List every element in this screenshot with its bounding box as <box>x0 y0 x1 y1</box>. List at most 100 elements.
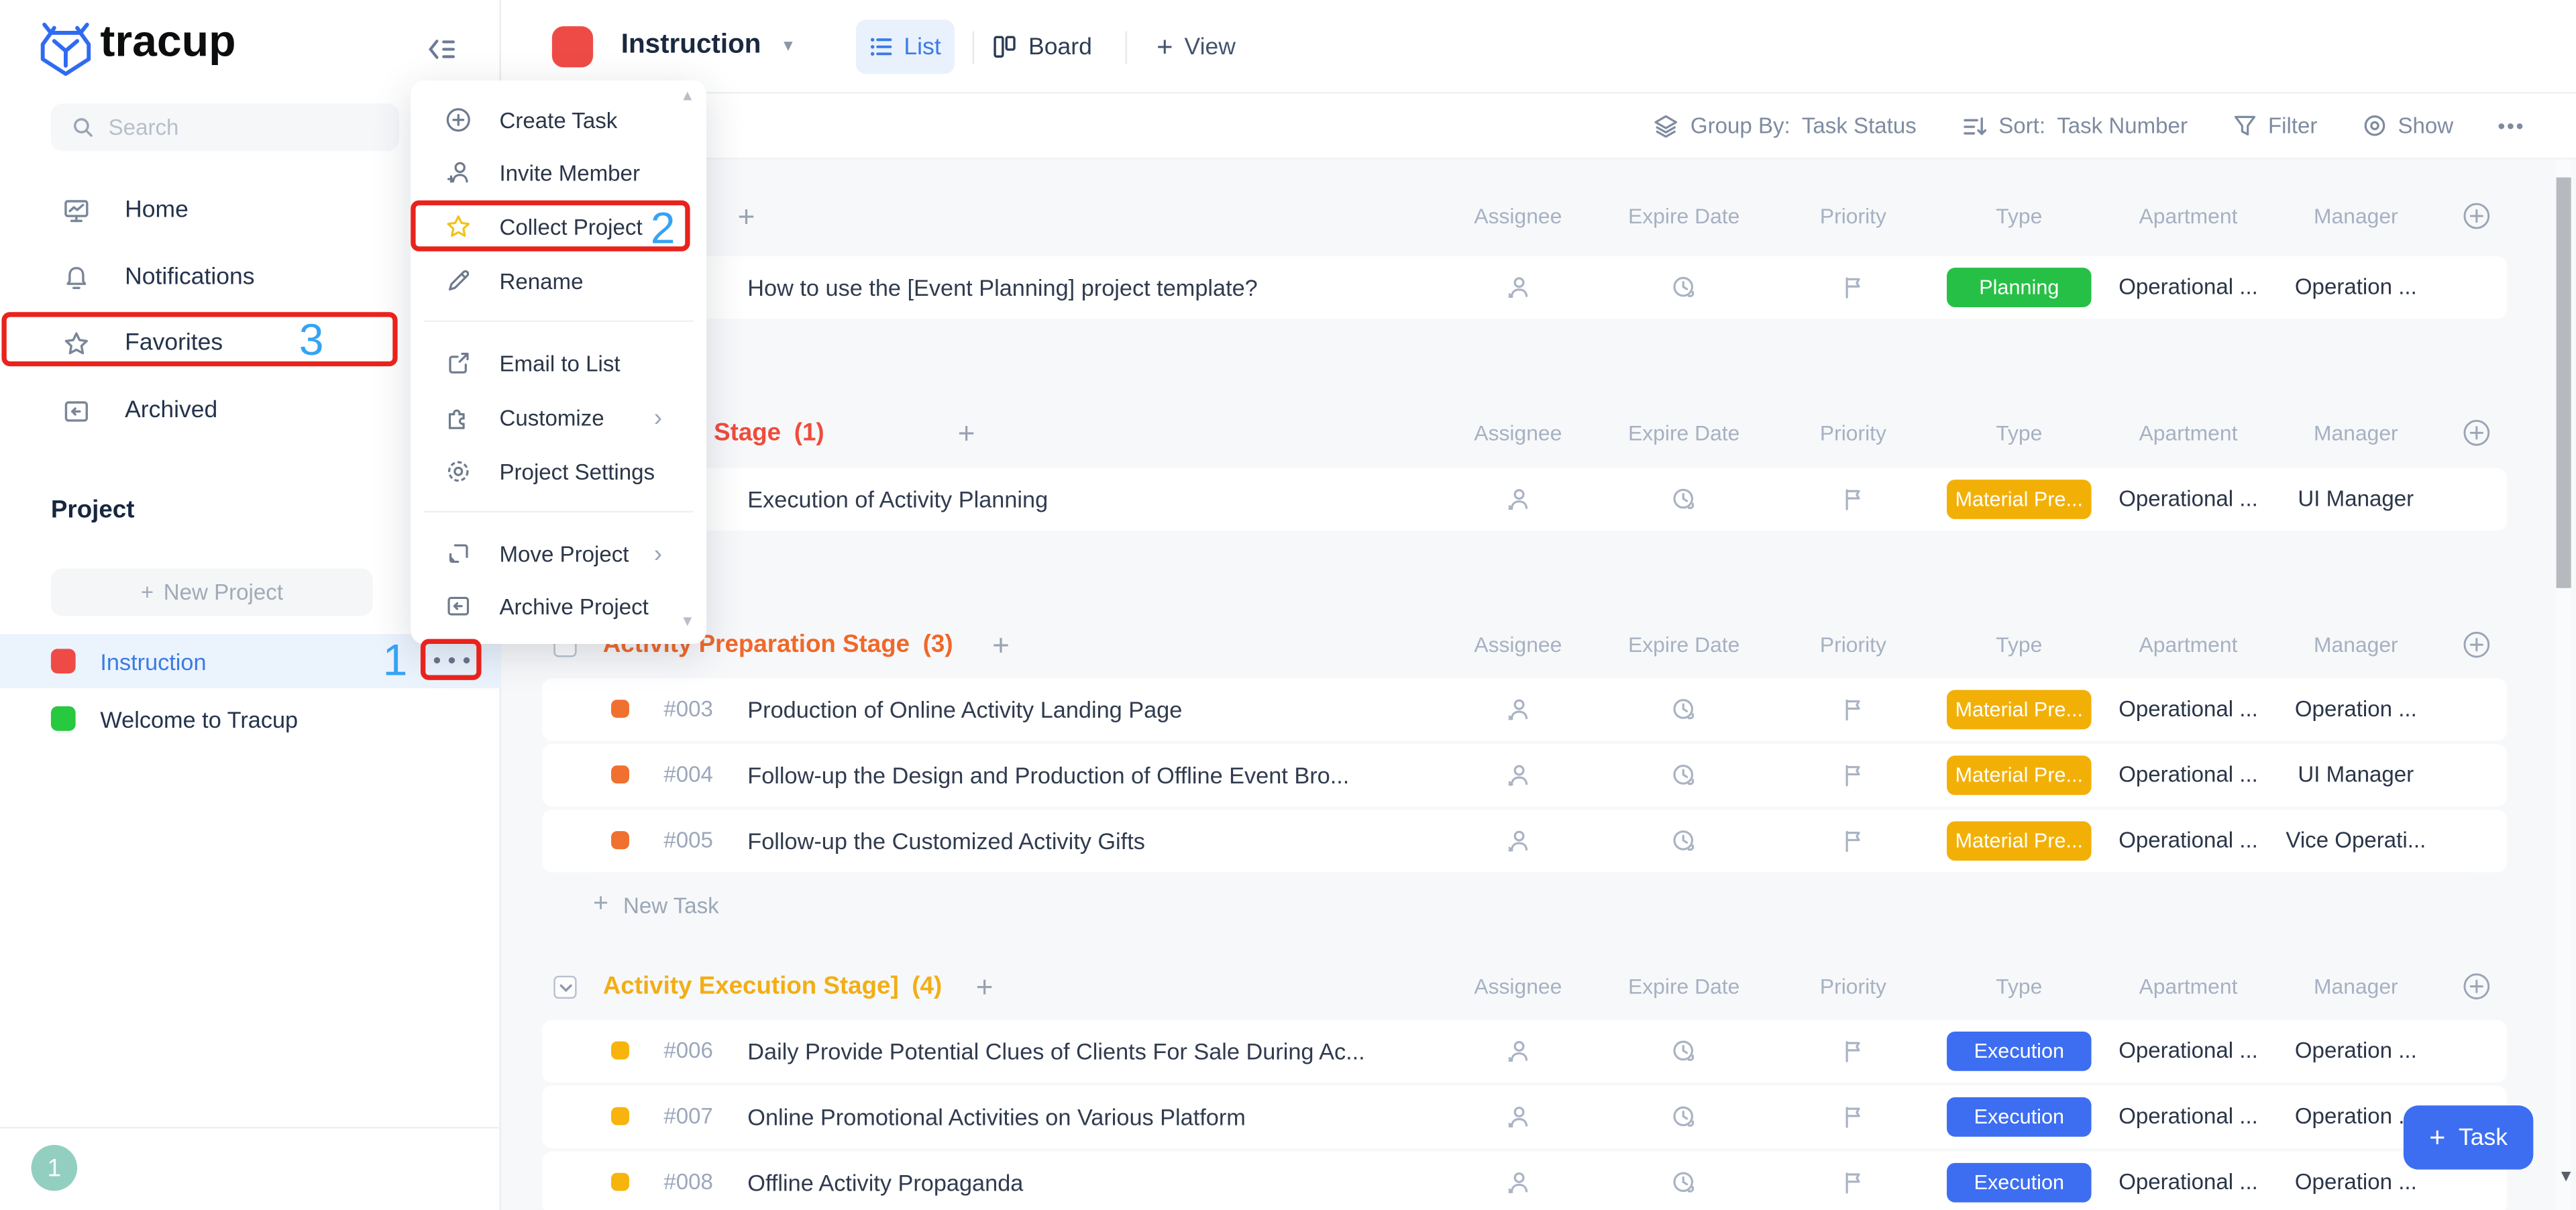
add-column-icon[interactable] <box>2463 202 2491 230</box>
task-row[interactable]: #004 Follow-up the Design and Production… <box>542 744 2507 806</box>
group-by-control[interactable]: Group By: Task Status <box>1653 113 1917 139</box>
task-row[interactable]: #006 Daily Provide Potential Clues of Cl… <box>542 1020 2507 1083</box>
new-project-button[interactable]: + New Project <box>51 568 373 616</box>
task-row[interactable]: Execution of Activity Planning Material … <box>542 468 2507 531</box>
gear-icon <box>445 458 472 484</box>
filter-control[interactable]: Filter <box>2232 113 2317 138</box>
menu-item-invite-member[interactable]: Invite Member <box>411 148 706 197</box>
manager-value: Operation ... <box>2249 1020 2463 1083</box>
add-task-button[interactable]: + Task <box>2404 1105 2533 1170</box>
assignee-add-icon[interactable] <box>1505 274 1531 300</box>
priority-add-icon[interactable] <box>1840 486 1866 512</box>
project-color-swatch <box>51 649 76 673</box>
task-row[interactable]: How to use the [Event Planning] project … <box>542 256 2507 319</box>
task-row[interactable]: #003 Production of Online Activity Landi… <box>542 678 2507 740</box>
assignee-add-icon[interactable] <box>1505 1104 1531 1130</box>
expire-date-add-icon[interactable] <box>1671 1170 1697 1196</box>
task-id: #003 <box>663 678 713 740</box>
assignee-add-icon[interactable] <box>1505 1038 1531 1064</box>
add-view-label: View <box>1185 34 1236 60</box>
group-add-task-icon[interactable]: + <box>992 614 1010 677</box>
menu-item-label: Invite Member <box>499 160 639 185</box>
show-control[interactable]: Show <box>2362 113 2454 138</box>
add-view-button[interactable]: + View <box>1157 19 1236 74</box>
sort-control[interactable]: Sort: Task Number <box>1961 113 2188 139</box>
type-badge[interactable]: Execution <box>1947 1097 2092 1137</box>
task-title: Production of Online Activity Landing Pa… <box>747 678 1182 740</box>
expire-date-add-icon[interactable] <box>1671 1038 1697 1064</box>
column-header-type: Type <box>1929 186 2109 248</box>
column-header-priority: Priority <box>1763 956 1943 1018</box>
menu-divider <box>424 511 694 512</box>
priority-add-icon[interactable] <box>1840 762 1866 788</box>
expire-date-add-icon[interactable] <box>1671 696 1697 722</box>
sidebar-project-welcome[interactable]: Welcome to Tracup <box>0 692 501 746</box>
tab-list[interactable]: List <box>856 19 955 74</box>
menu-item-rename[interactable]: Rename <box>411 256 706 305</box>
menu-item-move-project[interactable]: Move Project › <box>411 529 706 578</box>
type-badge[interactable]: Material Pre... <box>1947 821 2092 861</box>
menu-item-project-settings[interactable]: Project Settings <box>411 447 706 496</box>
sidebar-item-label: Favorites <box>125 330 223 356</box>
caret-down-icon[interactable]: ▾ <box>784 34 793 56</box>
task-id: #005 <box>663 810 713 872</box>
priority-add-icon[interactable] <box>1840 1170 1866 1196</box>
type-badge[interactable]: Material Pre... <box>1947 690 2092 730</box>
collapse-sidebar-icon[interactable] <box>424 32 460 68</box>
help-badge[interactable]: 1 <box>32 1145 78 1191</box>
priority-add-icon[interactable] <box>1840 1038 1866 1064</box>
assignee-add-icon[interactable] <box>1505 828 1531 854</box>
add-column-icon[interactable] <box>2463 630 2491 659</box>
search-input[interactable]: Search <box>51 103 399 151</box>
menu-item-archive-project[interactable]: Archive Project <box>411 582 706 630</box>
type-badge[interactable]: Planning <box>1947 268 2092 307</box>
add-column-icon[interactable] <box>2463 419 2491 447</box>
sidebar-item-label: Home <box>125 197 189 223</box>
group-add-task-icon[interactable]: + <box>958 402 975 465</box>
priority-add-icon[interactable] <box>1840 828 1866 854</box>
tab-board[interactable]: Board <box>992 19 1092 74</box>
group-add-task-icon[interactable]: + <box>738 186 755 248</box>
assignee-add-icon[interactable] <box>1505 486 1531 512</box>
project-title[interactable]: Instruction <box>621 30 761 61</box>
expire-date-add-icon[interactable] <box>1671 1104 1697 1130</box>
column-header-type: Type <box>1929 402 2109 465</box>
task-row[interactable]: #007 Online Promotional Activities on Va… <box>542 1086 2507 1148</box>
new-task-button[interactable]: + New Task <box>593 885 719 925</box>
priority-add-icon[interactable] <box>1840 696 1866 722</box>
menu-item-customize[interactable]: Customize › <box>411 392 706 441</box>
menu-item-collect-project[interactable]: Collect Project <box>411 202 706 251</box>
type-badge[interactable]: Execution <box>1947 1163 2092 1203</box>
assignee-add-icon[interactable] <box>1505 1170 1531 1196</box>
type-badge[interactable]: Material Pre... <box>1947 480 2092 519</box>
priority-add-icon[interactable] <box>1840 1104 1866 1130</box>
add-column-icon[interactable] <box>2463 973 2491 1001</box>
type-badge[interactable]: Execution <box>1947 1032 2092 1071</box>
sidebar-item-label: Notifications <box>125 264 254 290</box>
toolbar-more-button[interactable]: ••• <box>2498 113 2525 138</box>
task-title: Online Promotional Activities on Various… <box>747 1086 1246 1148</box>
group-add-task-icon[interactable]: + <box>976 956 994 1018</box>
menu-item-email-to-list[interactable]: Email to List <box>411 338 706 387</box>
task-id: #008 <box>663 1152 713 1210</box>
list-icon <box>869 34 894 59</box>
expire-date-add-icon[interactable] <box>1671 274 1697 300</box>
assignee-add-icon[interactable] <box>1505 762 1531 788</box>
top-bar: Instruction ▾ List Board + View <box>501 0 2576 94</box>
vertical-scrollbar-thumb[interactable] <box>2557 177 2571 588</box>
menu-item-label: Customize <box>499 405 604 430</box>
scroll-down-arrow-icon[interactable]: ▼ <box>2558 1168 2574 1186</box>
group-collapse-checkbox[interactable] <box>553 976 576 999</box>
expire-date-add-icon[interactable] <box>1671 486 1697 512</box>
task-row[interactable]: #008 Offline Activity Propaganda Executi… <box>542 1152 2507 1210</box>
manager-value: Operation ... <box>2249 256 2463 319</box>
expire-date-add-icon[interactable] <box>1671 828 1697 854</box>
project-more-ellipsis-button[interactable] <box>431 654 474 667</box>
task-row[interactable]: #005 Follow-up the Customized Activity G… <box>542 810 2507 872</box>
project-name: Instruction <box>100 648 206 674</box>
priority-add-icon[interactable] <box>1840 274 1866 300</box>
assignee-add-icon[interactable] <box>1505 696 1531 722</box>
menu-item-create-task[interactable]: Create Task <box>411 95 706 144</box>
type-badge[interactable]: Material Pre... <box>1947 756 2092 795</box>
expire-date-add-icon[interactable] <box>1671 762 1697 788</box>
